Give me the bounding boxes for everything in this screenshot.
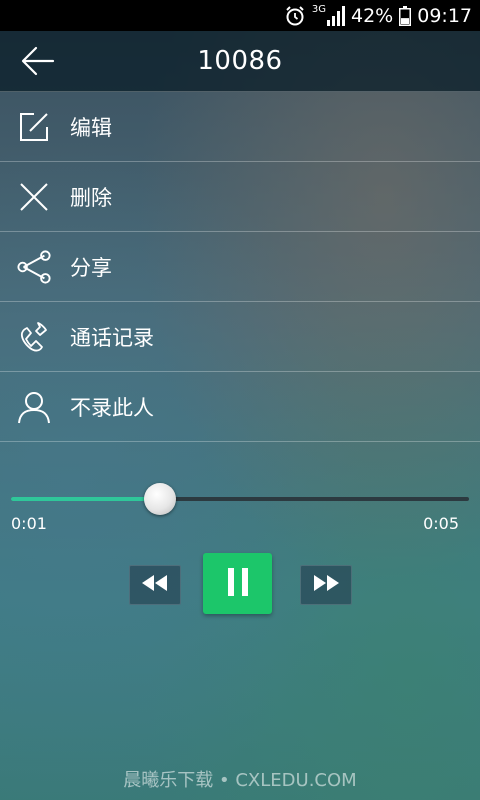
pause-icon [227,567,249,600]
current-time: 0:01 [11,514,47,533]
menu-item-ignore-contact[interactable]: 不录此人 [0,372,480,442]
total-time: 0:05 [423,514,459,533]
menu-item-delete[interactable]: 删除 [0,162,480,232]
rewind-button[interactable] [129,565,181,605]
clock: 09:17 [417,4,472,27]
person-icon [16,389,52,425]
pause-button[interactable] [203,553,272,614]
rewind-icon [142,575,168,595]
fast-forward-button[interactable] [300,565,352,605]
phone-icon [16,319,52,355]
close-icon [16,179,52,215]
progress-thumb[interactable] [143,483,176,515]
share-icon [16,249,52,285]
battery-percent: 42% [351,4,394,27]
menu-item-call-log[interactable]: 通话记录 [0,302,480,372]
fast-forward-icon [313,575,339,595]
menu-item-label: 通话记录 [70,325,154,350]
page-title: 10086 [197,46,283,76]
playback-progress-bar[interactable] [11,483,469,515]
progress-fill [11,497,160,501]
menu-item-edit[interactable]: 编辑 [0,92,480,162]
network-type: 3G [311,4,326,15]
signal-icon: 3G [311,4,345,26]
watermark: 晨曦乐下载 • CXLEDU.COM [123,770,357,791]
edit-icon [16,109,52,145]
menu-item-share[interactable]: 分享 [0,232,480,302]
app-header: 10086 [0,31,480,92]
menu-item-label: 不录此人 [70,395,154,420]
menu-item-label: 编辑 [70,115,112,140]
status-bar: 3G 42% 09:17 [0,0,480,31]
menu-item-label: 分享 [70,255,112,280]
action-menu: 编辑 删除 分享 通话记录 不录此人 [0,92,480,442]
battery-icon [399,5,412,26]
menu-item-label: 删除 [70,185,112,210]
alarm-icon [284,5,306,27]
